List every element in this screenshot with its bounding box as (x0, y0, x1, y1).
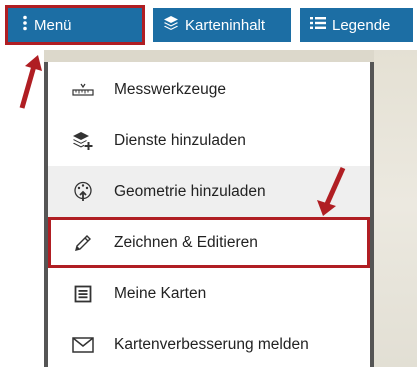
page-margin-left (0, 44, 44, 367)
menu-item-label: Geometrie hinzuladen (114, 182, 266, 200)
menu-item-label: Dienste hinzuladen (114, 131, 246, 149)
map-background-right[interactable] (374, 44, 417, 367)
pencil-icon (70, 232, 96, 254)
envelope-icon (70, 334, 96, 356)
legende-button[interactable]: Legende (300, 8, 413, 42)
legende-button-label: Legende (332, 16, 391, 34)
layers-icon (163, 15, 179, 35)
main-menu-dropdown: Messwerkzeuge Dienste hinzuladen Geometr (44, 62, 374, 367)
menu-button[interactable]: Menü (5, 5, 145, 45)
toolbar: Menü Karteninhalt Legende (0, 0, 417, 50)
menu-item-zeichnen-editieren[interactable]: Zeichnen & Editieren (48, 217, 370, 268)
menu-button-label: Menü (34, 16, 72, 34)
geometry-upload-icon (70, 181, 96, 203)
karteninhalt-button-label: Karteninhalt (185, 16, 266, 34)
menu-item-label: Meine Karten (114, 284, 207, 302)
menu-item-messwerkzeuge[interactable]: Messwerkzeuge (48, 64, 370, 115)
menu-item-dienste-hinzuladen[interactable]: Dienste hinzuladen (48, 115, 370, 166)
karteninhalt-button[interactable]: Karteninhalt (153, 8, 291, 42)
list-document-icon (70, 283, 96, 305)
menu-item-label: Kartenverbesserung melden (114, 335, 309, 353)
menu-item-label: Zeichnen & Editieren (114, 233, 258, 251)
layers-add-icon (70, 130, 96, 152)
menu-item-geometrie-hinzuladen[interactable]: Geometrie hinzuladen (48, 166, 370, 217)
ruler-icon (70, 79, 96, 101)
vertical-dots-icon (22, 15, 28, 35)
list-icon (310, 16, 326, 34)
menu-item-label: Messwerkzeuge (114, 80, 226, 98)
menu-item-meine-karten[interactable]: Meine Karten (48, 268, 370, 319)
menu-item-kartenverbesserung-melden[interactable]: Kartenverbesserung melden (48, 319, 370, 370)
